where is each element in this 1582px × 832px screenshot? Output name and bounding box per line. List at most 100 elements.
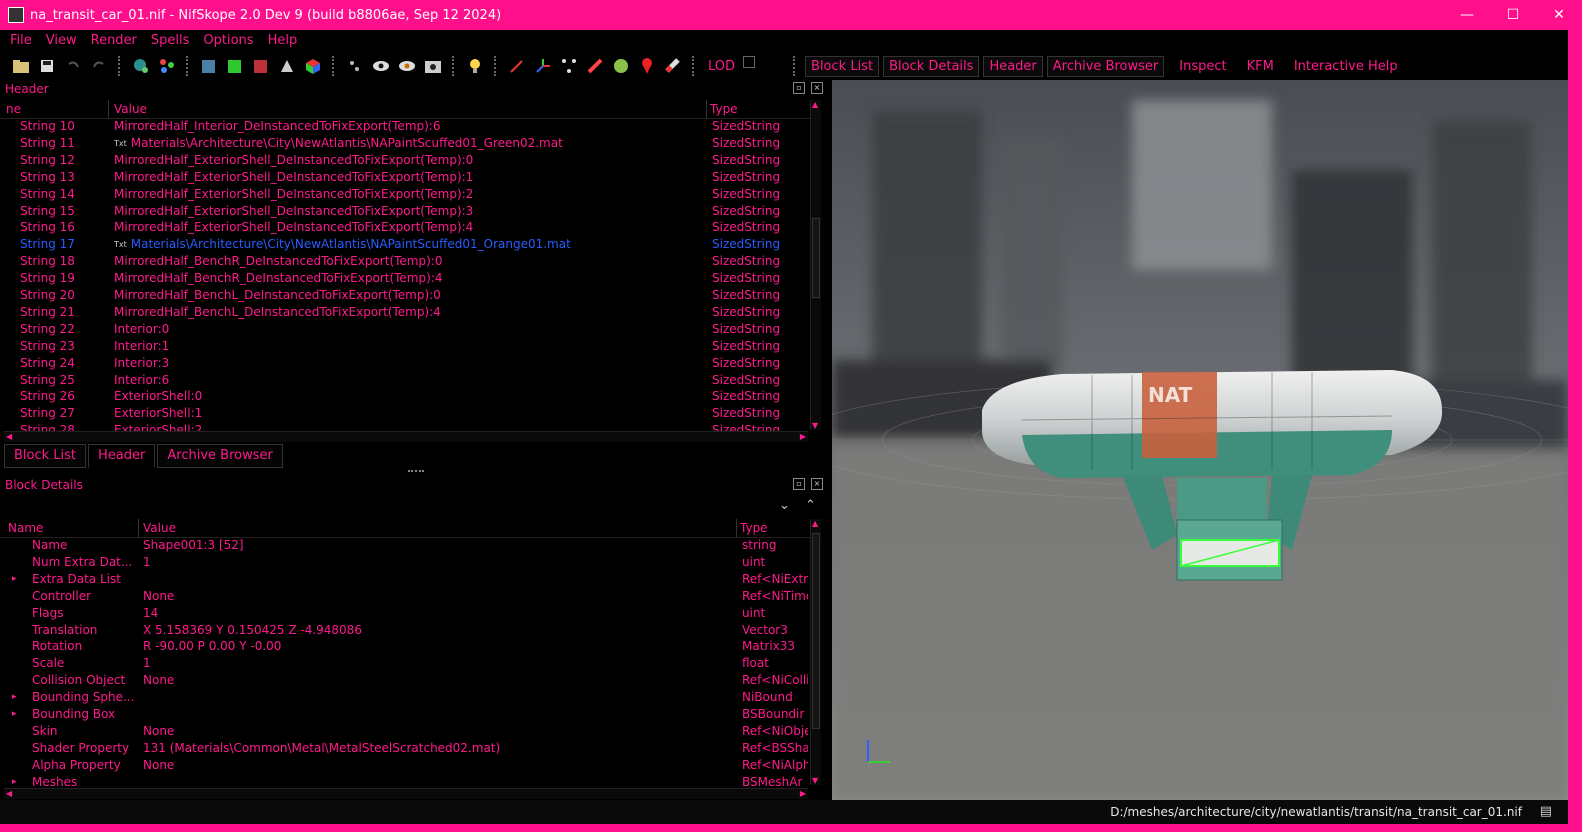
column-value-header[interactable]: Value (143, 521, 176, 535)
column-name-header[interactable]: ne (6, 102, 21, 116)
detail-value[interactable]: 1 (143, 555, 151, 569)
row-value[interactable]: MirroredHalf_ExteriorShell_DeInstancedTo… (114, 153, 473, 167)
row-value[interactable]: Interior:3 (114, 356, 169, 370)
cube-green-icon[interactable] (224, 55, 246, 77)
expand-arrow-icon[interactable]: ▸ (12, 709, 17, 719)
close-button[interactable]: ✕ (1536, 0, 1582, 30)
dock-block-details-button[interactable]: Block Details (883, 55, 980, 77)
header-row[interactable]: String 13 MirroredHalf_ExteriorShell_DeIn… (0, 170, 804, 187)
column-type-header[interactable]: Type (740, 521, 768, 535)
row-value[interactable]: MirroredHalf_BenchL_DeInstancedToFixExpo… (114, 305, 441, 319)
collapse-all-icon[interactable]: ⌄ (779, 498, 790, 513)
header-row[interactable]: String 19 MirroredHalf_BenchR_DeInstanced… (0, 271, 804, 288)
row-value[interactable]: MirroredHalf_Interior_DeInstancedToFixEx… (114, 119, 440, 133)
cube-blue-icon[interactable] (198, 55, 220, 77)
menu-help[interactable]: Help (268, 33, 298, 48)
detail-row[interactable]: Translation X 5.158369 Y 0.150425 Z -4.94… (0, 623, 804, 640)
column-value-header[interactable]: Value (114, 102, 147, 116)
detail-value[interactable]: X 5.158369 Y 0.150425 Z -4.948086 (143, 623, 362, 637)
detail-value[interactable]: None (143, 724, 174, 738)
dock-block-list-button[interactable]: Block List (805, 55, 880, 77)
detail-row[interactable]: Name Shape001:3 [52] string (0, 538, 804, 555)
splitter-handle[interactable] (408, 470, 424, 474)
header-row[interactable]: String 16 MirroredHalf_ExteriorShell_DeIn… (0, 220, 804, 237)
header-row[interactable]: String 14 MirroredHalf_ExteriorShell_DeIn… (0, 187, 804, 204)
column-type-header[interactable]: Type (710, 102, 738, 116)
detail-value[interactable]: 14 (143, 606, 158, 620)
axes-icon[interactable] (532, 55, 554, 77)
column-name-header[interactable]: Name (8, 521, 43, 535)
eye-icon[interactable] (370, 55, 392, 77)
detail-row[interactable]: Skin None Ref<NiObje (0, 724, 808, 741)
eye-alt-icon[interactable] (396, 55, 418, 77)
row-value[interactable]: MirroredHalf_ExteriorShell_DeInstancedTo… (114, 170, 473, 184)
details-scroll-thumb[interactable] (812, 533, 820, 729)
tab-block-list[interactable]: Block List (4, 444, 87, 468)
detail-value[interactable]: R -90.00 P 0.00 Y -0.00 (143, 639, 281, 653)
detail-value[interactable]: None (143, 758, 174, 772)
row-value[interactable]: ExteriorShell:1 (114, 406, 202, 420)
dock-archive-browser-button[interactable]: Archive Browser (1046, 55, 1165, 77)
undo-icon[interactable] (62, 55, 84, 77)
row-value[interactable]: MirroredHalf_BenchR_DeInstancedToFixExpo… (114, 271, 442, 285)
float-icon[interactable]: ▫ (793, 478, 805, 490)
header-horizontal-scrollbar[interactable]: ◀ ▶ (4, 431, 808, 442)
globe-icon[interactable] (130, 55, 152, 77)
detail-value[interactable]: None (143, 673, 174, 687)
expand-all-icon[interactable]: ⌃ (805, 498, 816, 513)
redo-icon[interactable] (88, 55, 110, 77)
tab-header[interactable]: Header (88, 444, 156, 468)
render-viewport[interactable]: NAT (832, 80, 1568, 800)
detail-row[interactable]: Alpha Property None Ref<NiAlph (0, 758, 808, 775)
detail-row[interactable]: ▸ Bounding Sphe... NiBound (0, 690, 804, 707)
header-scroll-thumb[interactable] (812, 218, 820, 298)
row-value[interactable]: Interior:0 (114, 322, 169, 336)
minimize-button[interactable]: — (1444, 0, 1490, 30)
paint-icon[interactable] (662, 55, 684, 77)
detail-value[interactable]: None (143, 589, 174, 603)
detail-row[interactable]: Controller None Ref<NiTime (0, 589, 808, 606)
row-value[interactable]: MirroredHalf_ExteriorShell_DeInstancedTo… (114, 204, 473, 218)
details-vertical-scrollbar[interactable]: ▲ ▼ (810, 519, 821, 785)
cube-rgb-icon[interactable] (302, 55, 324, 77)
header-row[interactable]: String 21 MirroredHalf_BenchL_DeInstanced… (0, 305, 804, 322)
row-value[interactable]: Interior:1 (114, 339, 169, 353)
header-row[interactable]: String 17 Txt Materials\Architecture\City\… (0, 237, 804, 254)
detail-row[interactable]: Collision Object None Ref<NiColli (0, 673, 808, 690)
header-row[interactable]: String 25 Interior:6 SizedString (0, 373, 804, 390)
detail-row[interactable]: Flags 14 uint (0, 606, 804, 623)
header-row[interactable]: String 11 Txt Materials\Architecture\City\… (0, 136, 804, 153)
menu-render[interactable]: Render (91, 33, 137, 48)
detail-value[interactable]: Shape001:3 [52] (143, 538, 244, 552)
row-value[interactable]: ExteriorShell:2 (114, 423, 202, 431)
inspect-button[interactable]: Inspect (1174, 57, 1231, 76)
footprint-icon[interactable] (344, 55, 366, 77)
header-row[interactable]: String 10 MirroredHalf_Interior_DeInstanc… (0, 119, 804, 136)
detail-row[interactable]: Scale 1 float (0, 656, 804, 673)
expand-arrow-icon[interactable]: ▸ (12, 692, 17, 702)
axis-arrow-icon[interactable] (506, 55, 528, 77)
save-icon[interactable] (36, 55, 58, 77)
graph-icon[interactable] (558, 55, 580, 77)
float-icon[interactable]: ▫ (793, 82, 805, 94)
detail-value[interactable]: 1 (143, 656, 151, 670)
close-icon[interactable]: × (811, 82, 823, 94)
archive-icon[interactable]: ▤ (1540, 804, 1552, 819)
lod-checkbox[interactable] (743, 56, 756, 68)
header-row[interactable]: String 24 Interior:3 SizedString (0, 356, 804, 373)
header-row[interactable]: String 18 MirroredHalf_BenchR_DeInstanced… (0, 254, 804, 271)
expand-arrow-icon[interactable]: ▸ (12, 777, 17, 786)
detail-row[interactable]: ▸ Extra Data List Ref<NiExtr (0, 572, 808, 589)
sword-icon[interactable] (276, 55, 298, 77)
row-value[interactable]: MirroredHalf_BenchL_DeInstancedToFixExpo… (114, 288, 441, 302)
pencil-icon[interactable] (584, 55, 606, 77)
header-row[interactable]: String 12 MirroredHalf_ExteriorShell_DeIn… (0, 153, 804, 170)
detail-row[interactable]: Rotation R -90.00 P 0.00 Y -0.00 Matrix33 (0, 639, 804, 656)
close-icon[interactable]: × (811, 478, 823, 490)
row-value[interactable]: MirroredHalf_BenchR_DeInstancedToFixExpo… (114, 254, 442, 268)
header-row[interactable]: String 15 MirroredHalf_ExteriorShell_DeIn… (0, 204, 804, 221)
header-row[interactable]: String 22 Interior:0 SizedString (0, 322, 804, 339)
row-value[interactable]: Interior:6 (114, 373, 169, 387)
menu-options[interactable]: Options (203, 33, 253, 48)
screenshot-icon[interactable] (422, 55, 444, 77)
